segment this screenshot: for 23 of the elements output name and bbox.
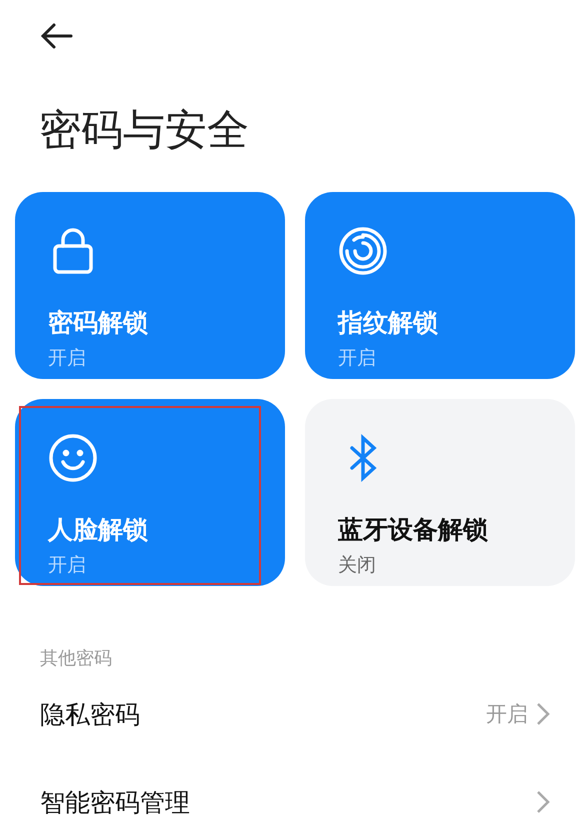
tile-label: 蓝牙设备解锁	[338, 514, 489, 546]
smiley-icon	[48, 433, 98, 483]
unlock-tile[interactable]: 蓝牙设备解锁 关闭	[305, 399, 575, 586]
tile-status: 开启	[338, 346, 377, 371]
settings-row[interactable]: 智能密码管理	[15, 758, 574, 835]
unlock-tile[interactable]: 指纹解锁 开启	[305, 192, 575, 379]
unlock-tile[interactable]: 密码解锁 开启	[15, 192, 285, 379]
settings-row[interactable]: 隐私密码 开启	[15, 670, 574, 758]
tile-label: 密码解锁	[48, 307, 149, 339]
tile-label: 指纹解锁	[338, 307, 439, 339]
chevron-right-icon	[536, 702, 550, 726]
tile-status: 开启	[48, 346, 87, 371]
row-value: 开启	[486, 701, 528, 728]
tile-status: 开启	[48, 553, 87, 578]
row-label: 隐私密码	[40, 698, 140, 730]
section-header: 其他密码	[40, 647, 113, 670]
page-title: 密码与安全	[39, 104, 250, 156]
row-label: 智能密码管理	[40, 786, 190, 818]
tile-label: 人脸解锁	[48, 514, 149, 546]
unlock-tile[interactable]: 人脸解锁 开启	[15, 399, 285, 586]
chevron-right-icon	[536, 790, 550, 814]
tile-status: 关闭	[338, 553, 377, 578]
fingerprint-icon	[338, 226, 388, 276]
